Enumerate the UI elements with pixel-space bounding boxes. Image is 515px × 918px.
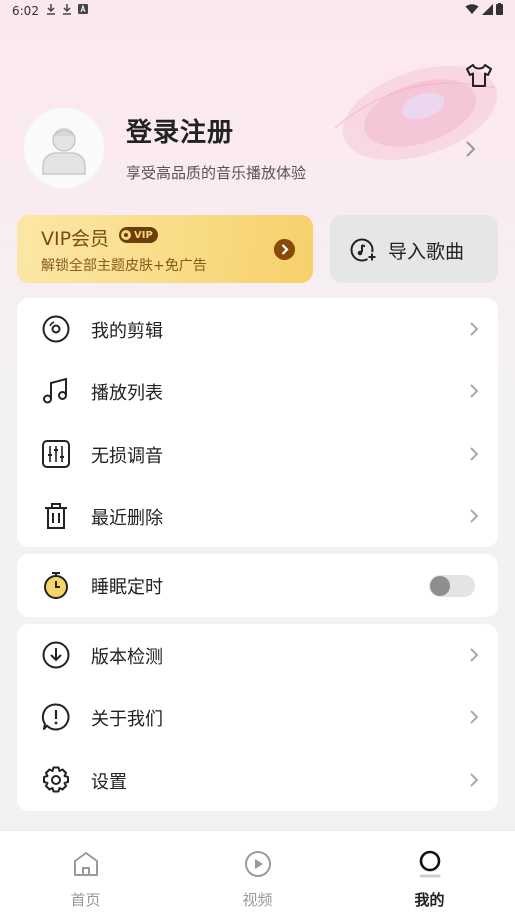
play-circle-icon	[245, 851, 271, 877]
menu-item-label: 播放列表	[91, 383, 163, 404]
vip-title: VIP会员	[41, 228, 110, 250]
default-avatar-icon	[24, 108, 104, 188]
vip-disc-icon	[121, 230, 131, 240]
wifi-icon	[465, 3, 479, 14]
vip-arrow-icon[interactable]	[274, 239, 295, 260]
menu-card-app: 版本检测 关于我们 设置	[17, 624, 498, 811]
menu-item-label: 我的剪辑	[91, 321, 163, 342]
menu-item-about-us[interactable]: 关于我们	[17, 686, 498, 748]
status-bar: 6:02	[0, 0, 515, 24]
signal-icon	[482, 3, 493, 15]
tab-label: 首页	[70, 891, 101, 909]
chevron-right-icon	[470, 322, 479, 336]
app-notify-icon	[78, 4, 88, 14]
import-songs-label: 导入歌曲	[388, 241, 465, 263]
tab-label: 我的	[414, 891, 445, 909]
equalizer-icon	[42, 440, 70, 468]
tab-mine[interactable]: 我的	[344, 831, 515, 918]
tab-home[interactable]: 首页	[0, 831, 171, 918]
menu-item-label: 设置	[91, 772, 127, 793]
menu-item-label: 睡眠定时	[91, 577, 163, 598]
chevron-right-icon	[470, 773, 479, 787]
tab-video[interactable]: 视频	[172, 831, 343, 918]
music-note-icon	[43, 377, 67, 404]
menu-item-version-check[interactable]: 版本检测	[17, 624, 498, 686]
profile-subtitle: 享受高品质的音乐播放体验	[126, 164, 307, 182]
sleep-timer-toggle[interactable]	[429, 575, 475, 597]
tab-label: 视频	[242, 891, 273, 909]
menu-card-sleep: 睡眠定时	[17, 554, 498, 617]
menu-item-recently-deleted[interactable]: 最近删除	[17, 485, 498, 547]
chevron-right-icon	[470, 509, 479, 523]
download-circle-icon	[42, 641, 70, 669]
gear-icon	[43, 766, 69, 793]
profile-icon	[419, 850, 441, 878]
chevron-right-icon	[470, 384, 479, 398]
vip-badge: VIP	[119, 227, 158, 243]
menu-item-sleep-timer[interactable]: 睡眠定时	[17, 554, 498, 616]
avatar[interactable]	[22, 106, 106, 190]
chevron-right-icon	[470, 648, 479, 662]
import-songs-button[interactable]: 导入歌曲	[330, 215, 498, 283]
menu-item-label: 无损调音	[91, 446, 163, 467]
menu-item-settings[interactable]: 设置	[17, 749, 498, 811]
bottom-navigation: 首页 视频 我的	[0, 830, 515, 918]
login-register-title[interactable]: 登录注册	[126, 112, 234, 149]
trash-icon	[45, 503, 67, 529]
vip-subtitle: 解锁全部主题皮肤+免广告	[41, 258, 207, 274]
status-time: 6:02	[12, 4, 39, 18]
info-bubble-icon	[41, 703, 70, 731]
theme-shirt-icon[interactable]	[464, 60, 494, 90]
menu-item-label: 最近删除	[91, 508, 163, 529]
menu-item-my-clips[interactable]: 我的剪辑	[17, 298, 498, 360]
import-music-icon	[350, 238, 377, 262]
chevron-right-icon	[470, 447, 479, 461]
menu-item-label: 关于我们	[91, 709, 163, 730]
battery-icon	[496, 3, 503, 15]
chevron-right-icon	[470, 710, 479, 724]
download-notify-icon	[47, 4, 55, 15]
menu-card-library: 我的剪辑 播放列表 无损调音 最近删除	[17, 298, 498, 547]
download-notify-icon	[63, 4, 71, 15]
toggle-knob	[430, 576, 450, 596]
home-icon	[74, 852, 98, 876]
menu-item-playlist[interactable]: 播放列表	[17, 360, 498, 422]
disc-icon	[42, 315, 70, 343]
stopwatch-icon	[44, 572, 68, 599]
menu-item-lossless-eq[interactable]: 无损调音	[17, 423, 498, 485]
vip-card[interactable]: VIP会员 VIP 解锁全部主题皮肤+免广告	[17, 215, 313, 283]
vip-badge-label: VIP	[134, 229, 153, 241]
menu-item-label: 版本检测	[91, 647, 163, 668]
profile-chevron-right-icon[interactable]	[462, 140, 478, 158]
